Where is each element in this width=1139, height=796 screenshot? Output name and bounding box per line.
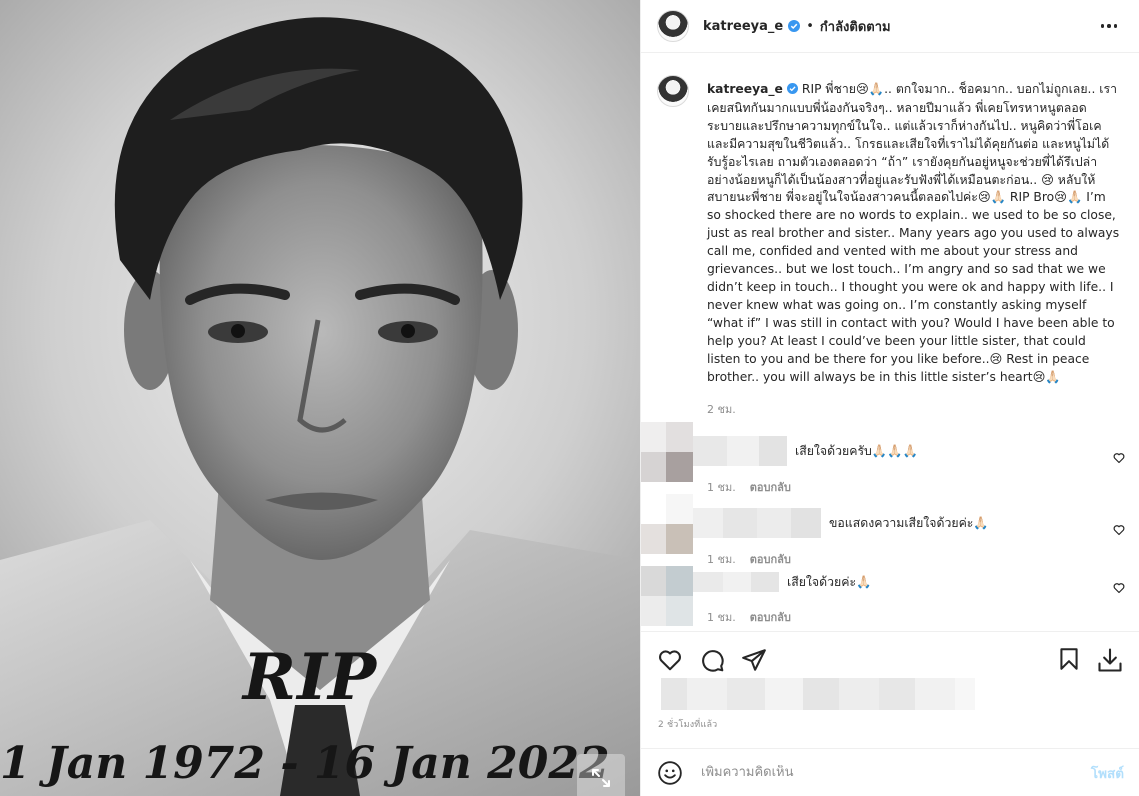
comment-text: เสียใจด้วยครับ🙏🏻🙏🏻🙏🏻: [795, 443, 918, 458]
comment-username-blurred[interactable]: [693, 572, 779, 593]
more-options-icon[interactable]: [1095, 18, 1124, 34]
reply-button[interactable]: ตอบกลับ: [750, 611, 791, 624]
verified-badge-icon: [786, 82, 798, 100]
share-icon[interactable]: [741, 647, 767, 673]
post-timestamp[interactable]: 2 ชั่วโมงที่แล้ว: [658, 717, 717, 731]
download-icon[interactable]: [1096, 646, 1124, 674]
header-username[interactable]: katreeya_e: [703, 19, 783, 34]
expand-arrows-icon: [592, 769, 610, 787]
caption: katreeya_e RIP พี่ชาย😢🙏🏻.. ตกใจมาก.. ช็อค…: [641, 53, 1139, 386]
comment-time: 1 ชม.: [707, 481, 736, 495]
caption-body: RIP พี่ชาย😢🙏🏻.. ตกใจมาก.. ช็อคมาก.. บอกไ…: [707, 82, 1120, 384]
comment-text: เสียใจด้วยค่ะ🙏🏻: [787, 574, 872, 589]
reply-button[interactable]: ตอบกลับ: [750, 481, 791, 494]
emoji-icon[interactable]: [657, 760, 683, 786]
comment-icon[interactable]: [699, 647, 725, 673]
comment-input[interactable]: [701, 765, 1091, 780]
caption-username[interactable]: katreeya_e: [707, 82, 783, 96]
comment-like-heart-icon[interactable]: [1113, 524, 1125, 536]
post-side-panel: katreeya_e • กำลังติดตาม katreeya_e RIP พ…: [640, 0, 1139, 796]
comment-item: เสียใจด้วยครับ🙏🏻🙏🏻🙏🏻 1 ชม. ตอบกลับ: [641, 422, 1139, 494]
likes-blurred[interactable]: [661, 678, 975, 710]
post-header: katreeya_e • กำลังติดตาม: [641, 0, 1139, 53]
comment-username-blurred[interactable]: [693, 508, 821, 539]
header-separator: •: [806, 18, 814, 34]
comment-like-heart-icon[interactable]: [1113, 452, 1125, 464]
reply-button[interactable]: ตอบกลับ: [750, 553, 791, 566]
comments-scroll-area[interactable]: katreeya_e RIP พี่ชาย😢🙏🏻.. ตกใจมาก.. ช็อค…: [641, 53, 1139, 631]
comment-item: ขอแสดงความเสียใจด้วยค่ะ🙏🏻 1 ชม. ตอบกลับ: [641, 494, 1139, 566]
comment-meta: 1 ชม. ตอบกลับ: [707, 608, 791, 626]
post-photo[interactable]: RIP 1 Jan 1972 - 16 Jan 2022: [0, 0, 640, 796]
expand-button[interactable]: [577, 754, 625, 796]
bookmark-icon[interactable]: [1056, 646, 1082, 674]
comment-like-heart-icon[interactable]: [1113, 582, 1125, 594]
caption-text: katreeya_e RIP พี่ชาย😢🙏🏻.. ตกใจมาก.. ช็อค…: [707, 81, 1123, 386]
comment-time: 1 ชม.: [707, 611, 736, 625]
avatar[interactable]: [641, 422, 693, 483]
following-button[interactable]: กำลังติดตาม: [820, 16, 891, 37]
comment-time: 1 ชม.: [707, 553, 736, 567]
avatar[interactable]: [657, 75, 689, 107]
verified-badge-icon: [788, 20, 801, 32]
avatar[interactable]: [641, 566, 693, 627]
post-comment-button[interactable]: โพสต์: [1091, 762, 1124, 784]
comment-username-blurred[interactable]: [693, 436, 787, 467]
comment-item: เสียใจด้วยค่ะ🙏🏻 1 ชม. ตอบกลับ: [641, 566, 1139, 631]
avatar[interactable]: [641, 494, 693, 555]
rip-overlay-text: RIP: [242, 640, 378, 715]
comment-text: ขอแสดงความเสียใจด้วยค่ะ🙏🏻: [829, 515, 989, 530]
heart-icon[interactable]: [657, 647, 683, 673]
add-comment-bar: โพสต์: [641, 748, 1139, 796]
dates-overlay-text: 1 Jan 1972 - 16 Jan 2022: [0, 738, 610, 789]
caption-time: 2 ชม.: [707, 403, 736, 417]
avatar[interactable]: [657, 10, 689, 42]
